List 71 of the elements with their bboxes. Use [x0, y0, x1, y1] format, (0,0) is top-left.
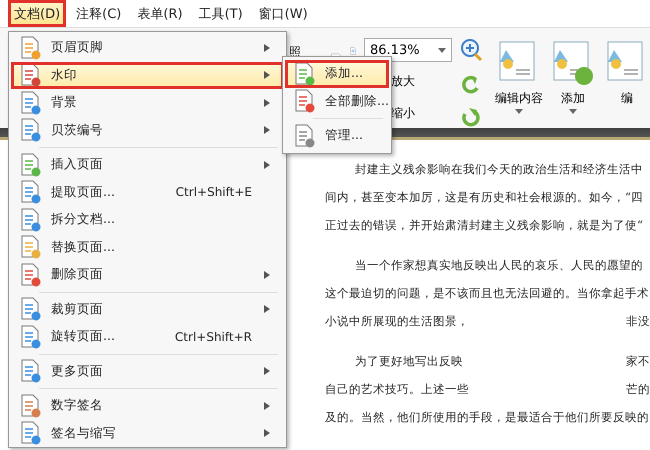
caret-icon: [438, 48, 446, 52]
document-icon: [19, 262, 41, 287]
document-text: 当一个作家想真实地反映出人民的哀乐、人民的愿望的: [355, 258, 643, 274]
caret-icon: [569, 109, 577, 114]
submenu-arrow-icon: [264, 305, 270, 314]
menu-item[interactable]: 替换页面...: [11, 234, 284, 261]
document-text: 这个最迫切的问题，是不该而且也无法回避的。当你拿起手术: [325, 286, 649, 302]
document-icon: [19, 208, 41, 232]
ribbon-button[interactable]: 添加: [550, 38, 596, 114]
menu-item[interactable]: 页眉页脚: [11, 34, 284, 62]
menu-item[interactable]: 数字签名: [11, 392, 284, 420]
ribbon-button[interactable]: 编: [604, 38, 650, 107]
submenu-arrow-icon: [264, 44, 270, 52]
rotate-right-icon[interactable]: [460, 106, 482, 128]
document-text: 小说中所展现的生活图景，: [325, 314, 469, 330]
document-icon: [19, 36, 41, 60]
menu-item[interactable]: 全部删除...: [285, 88, 389, 115]
menu-item[interactable]: 插入页面: [11, 151, 284, 178]
document-text: 为了更好地写出反映: [355, 354, 463, 370]
menu-item[interactable]: 提取页面... Ctrl+Shift+E: [11, 178, 284, 206]
menu-item[interactable]: 贝茨编号: [11, 116, 284, 144]
menu-item[interactable]: 拆分文档...: [11, 206, 284, 234]
document-icon: [293, 124, 315, 148]
menu-item[interactable]: 更多页面: [11, 358, 284, 385]
document-text: 间内，甚至变本加厉，这是有历史和社会根源的。如今，“四: [325, 190, 643, 206]
document-icon: [19, 180, 41, 204]
document-icon: [19, 90, 41, 115]
menu-item[interactable]: 旋转页面... Ctrl+Shift+R: [11, 323, 284, 350]
document-text: 封建主义残余影响在我们今天的政治生活和经济生活中: [355, 162, 643, 178]
submenu-arrow-icon: [264, 160, 270, 169]
submenu-arrow-icon: [264, 126, 270, 134]
menu-title[interactable]: 表单(R): [131, 0, 189, 27]
menu-item[interactable]: 删除页面: [11, 261, 284, 288]
document-icon: [19, 118, 41, 142]
menu-item[interactable]: 水印: [11, 62, 284, 89]
ribbon-button[interactable]: 编辑内容: [496, 38, 542, 114]
document-icon: [19, 359, 41, 384]
document-text: 及的。当然，他们所使用的手段，是最适合于他们所要反映的: [325, 410, 649, 426]
document-icon: [19, 394, 41, 418]
menu-title[interactable]: 文档(D): [8, 0, 66, 27]
document-text: 家不: [626, 354, 650, 370]
document-icon: [19, 63, 41, 88]
submenu-arrow-icon: [264, 71, 270, 80]
submenu-arrow-icon: [264, 98, 270, 107]
submenu-arrow-icon: [264, 402, 270, 410]
submenu-arrow-icon: [264, 429, 270, 438]
shortcut-text: Ctrl+Shift+E: [176, 185, 252, 200]
zoom-field[interactable]: 86.13%: [364, 38, 452, 62]
document-icon: [293, 62, 315, 86]
submenu-arrow-icon: [264, 270, 270, 279]
menu-item[interactable]: 管理...: [285, 122, 389, 150]
menu-item[interactable]: 背景: [11, 89, 284, 116]
document-icon: [19, 235, 41, 260]
menu-item[interactable]: 裁剪页面: [11, 296, 284, 323]
menu-title[interactable]: 注释(C): [70, 0, 128, 27]
document-icon: [19, 421, 41, 446]
document-icon: [19, 152, 41, 177]
document-text: 正过去的错误，并开始肃清封建主义残余影响，就是为了使“: [325, 218, 643, 234]
menu-title[interactable]: 工具(T): [192, 0, 249, 27]
menu-item[interactable]: 添加...: [285, 60, 389, 88]
document-icon: [19, 297, 41, 322]
menu-title[interactable]: 窗口(W): [252, 0, 314, 27]
document-text: 芒的: [626, 382, 650, 398]
document-icon: [19, 324, 41, 349]
shortcut-text: Ctrl+Shift+R: [174, 330, 252, 344]
caret-icon: [515, 109, 523, 114]
document-text: 自己的艺术技巧。上述一些: [325, 382, 469, 398]
submenu-arrow-icon: [264, 367, 270, 376]
document-icon: [293, 89, 315, 114]
menu-item[interactable]: 签名与缩写: [11, 420, 284, 447]
document-text: 非没: [626, 314, 650, 330]
